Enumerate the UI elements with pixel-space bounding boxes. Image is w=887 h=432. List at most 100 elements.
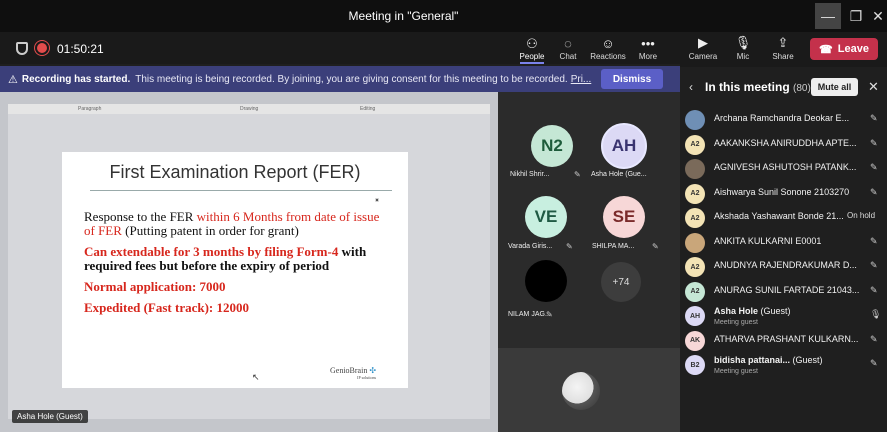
avatar: VE <box>525 196 567 238</box>
chat-button[interactable]: ◌ Chat <box>548 36 588 66</box>
video-gallery: N2 Nikhil Shrir... ✎ AH Asha Hole (Gue..… <box>498 92 680 432</box>
people-button[interactable]: ⚇ People <box>512 36 552 66</box>
more-button[interactable]: ••• More <box>628 36 668 66</box>
guest-label: (Guest) <box>792 355 823 365</box>
on-hold-status: On hold <box>847 211 876 220</box>
mute-all-button[interactable]: Mute all <box>811 78 858 96</box>
participant-name-text: AAKANKSHA ANIRUDDHA APTE... <box>714 137 857 148</box>
avatar: AH <box>685 306 705 326</box>
mouse-cursor-icon: ↖ <box>252 372 260 382</box>
participant-name: ANKITA KULKARNI E0001 <box>714 236 864 246</box>
guest-label: (Guest) <box>760 306 791 316</box>
participant-role: Meeting guest <box>714 319 758 326</box>
participant-role: Meeting guest <box>714 368 758 375</box>
participant-tile[interactable]: SE SHILPA MA... ✎ <box>590 192 670 262</box>
participant-name: Archana Ramchandra Deokar E... <box>714 113 864 123</box>
panel-title: In this meeting <box>705 80 790 94</box>
participant-name-text: Archana Ramchandra Deokar E... <box>714 113 850 123</box>
avatar <box>525 260 567 302</box>
participant-row[interactable]: AK ATHARVA PRASHANT KULKARN... ✎ <box>680 328 887 353</box>
mic-off-icon: ✎ <box>870 333 878 344</box>
banner-bold: Recording has started. <box>21 73 131 85</box>
mic-off-icon: ✎ <box>870 235 878 246</box>
minimize-button[interactable]: — <box>815 3 841 29</box>
mic-off-icon: 🎙︎ <box>734 35 752 50</box>
dismiss-button[interactable]: Dismiss <box>601 69 663 89</box>
mic-button[interactable]: 🎙︎ Mic <box>726 35 760 61</box>
participant-name-text: AGNIVESH ASHUTOSH PATANK... <box>714 162 857 172</box>
close-window-button[interactable]: ✕ <box>865 3 887 29</box>
privacy-link[interactable]: Pri... <box>571 74 592 85</box>
avatar: B2 <box>685 355 705 375</box>
slide-title: First Examination Report (FER) <box>109 162 361 182</box>
avatar: A2 <box>685 134 705 155</box>
presenter-name: Asha Hole (Guest) <box>12 410 88 423</box>
avatar <box>685 159 705 179</box>
participant-name-text: Akshada Yashawant Bonde 21... <box>714 211 844 221</box>
participant-tile[interactable]: VE Varada Giris... ✎ <box>506 192 586 262</box>
phone-hangup-icon: ☎ <box>819 43 833 56</box>
mic-off-icon: ✎ <box>546 310 553 319</box>
participant-row[interactable]: Archana Ramchandra Deokar E... ✎ <box>680 107 887 132</box>
participant-row[interactable]: A2 ANURAG SUNIL FARTADE 21043... ✎ <box>680 279 887 304</box>
back-chevron-icon[interactable]: ‹ <box>689 80 693 94</box>
ppt-ribbon: Paragraph Drawing Editing <box>8 104 490 114</box>
share-icon: ⇪ <box>777 35 789 50</box>
reactions-button[interactable]: ☺ Reactions <box>588 36 628 66</box>
participant-row[interactable]: AH Asha Hole (Guest) Meeting guest 🎙︎ <box>680 303 887 328</box>
call-controls: ▶︎ Camera 🎙︎ Mic ⇪ Share ☎ Leave <box>680 32 887 67</box>
avatar: A2 <box>685 281 705 302</box>
chat-icon: ◌ <box>564 36 572 51</box>
mic-off-icon: ✎ <box>566 242 573 251</box>
participants-panel: ‹ In this meeting (80) Mute all ✕ Archan… <box>680 67 887 432</box>
avatar: A2 <box>685 183 705 204</box>
avatar: A2 <box>685 257 705 277</box>
share-button[interactable]: ⇪ Share <box>766 35 800 61</box>
participant-row[interactable]: B2 bidisha pattanai... (Guest) Meeting gue… <box>680 352 887 377</box>
mic-off-icon: ✎ <box>870 186 878 197</box>
participant-row[interactable]: A2 ANUDNYA RAJENDRAKUMAR D... ✎ <box>680 254 887 279</box>
participant-row[interactable]: A2 AAKANKSHA ANIRUDDHA APTE... ✎ <box>680 132 887 157</box>
participant-name: AAKANKSHA ANIRUDDHA APTE... <box>714 138 864 148</box>
participant-list: Archana Ramchandra Deokar E... ✎ A2 AAKANKS… <box>680 107 887 377</box>
slide: First Examination Report (FER) ▣ Respons… <box>62 152 408 388</box>
participant-tile[interactable]: N2 Nikhil Shrir... ✎ <box>506 120 586 190</box>
camera-button[interactable]: ▶︎ Camera <box>686 35 720 61</box>
participant-name-text: ATHARVA PRASHANT KULKARN... <box>714 333 859 344</box>
participant-count: (80) <box>793 83 811 94</box>
slide-divider <box>90 190 392 191</box>
participant-name: Asha Hole (Guest) <box>714 306 864 316</box>
brand-icon: ✣ <box>369 366 377 375</box>
more-participants-button[interactable]: +74 <box>601 262 641 302</box>
participant-name: AGNIVESH ASHUTOSH PATANK... <box>714 162 864 172</box>
avatar: SE <box>603 196 645 238</box>
participant-name-text: bidisha pattanai... <box>714 355 791 365</box>
participant-name: Aishwarya Sunil Sonone 2103270 <box>714 187 864 197</box>
self-avatar <box>562 372 600 410</box>
mic-on-icon: 🎙︎ <box>870 309 882 319</box>
participant-row[interactable]: AGNIVESH ASHUTOSH PATANK... ✎ <box>680 156 887 181</box>
close-icon[interactable]: ✕ <box>868 79 879 95</box>
participant-name-text: ANUDNYA RAJENDRAKUMAR D... <box>714 260 857 270</box>
brand-logo: GenioBrain ✣ IP solutions <box>330 366 377 380</box>
shield-icon[interactable] <box>16 42 28 55</box>
reactions-icon: ☺ <box>601 36 615 51</box>
participant-row[interactable]: A2 Aishwarya Sunil Sonone 2103270 ✎ <box>680 181 887 206</box>
participant-name: ATHARVA PRASHANT KULKARN... <box>714 334 864 344</box>
mic-off-icon: ✎ <box>870 162 878 172</box>
participant-name-text: Asha Hole <box>714 306 759 316</box>
participant-tile[interactable]: AH Asha Hole (Gue... <box>590 120 670 190</box>
window-title: Meeting in "General" <box>348 9 459 23</box>
slide-body: Response to the FER within 6 Months from… <box>84 209 380 315</box>
title-bar: Meeting in "General" — ❐ ✕ <box>0 0 887 32</box>
people-icon: ⚇ <box>526 36 538 51</box>
participant-row[interactable]: A2 Akshada Yashawant Bonde 21... On hold <box>680 205 887 230</box>
participant-name: ANURAG SUNIL FARTADE 21043... <box>714 285 864 295</box>
participant-name: ANUDNYA RAJENDRAKUMAR D... <box>714 260 864 270</box>
leave-button[interactable]: ☎ Leave <box>810 38 878 60</box>
participant-tile[interactable]: NILAM JAG... ✎ <box>506 260 586 330</box>
avatar: AH <box>601 123 647 169</box>
recording-icon <box>37 43 47 53</box>
mic-off-icon: ✎ <box>870 358 878 368</box>
participant-row[interactable]: ANKITA KULKARNI E0001 ✎ <box>680 230 887 255</box>
